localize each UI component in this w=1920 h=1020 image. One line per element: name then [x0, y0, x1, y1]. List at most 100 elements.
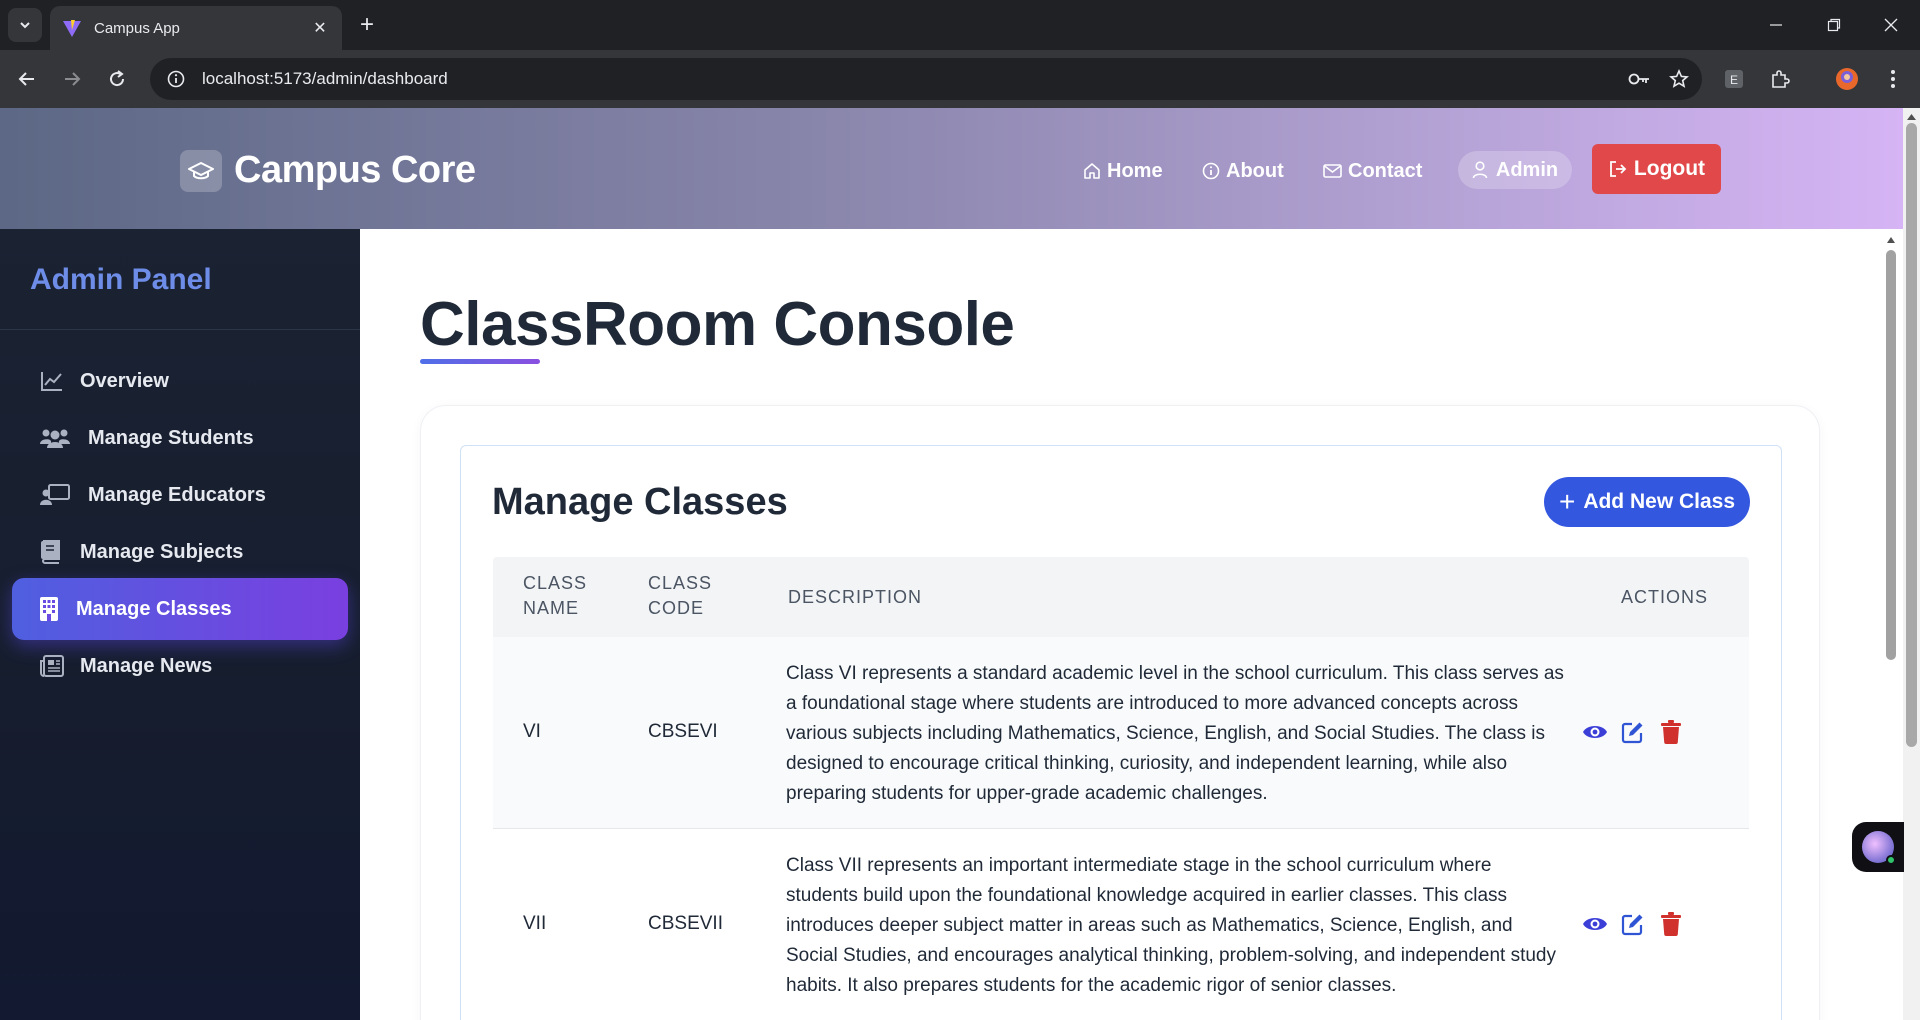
vite-logo-icon	[63, 20, 81, 37]
sidebar-item-subjects[interactable]: Manage Subjects	[12, 521, 348, 583]
cell-class-name: VI	[523, 721, 541, 742]
minimize-button[interactable]	[1747, 0, 1805, 50]
close-icon	[1884, 18, 1898, 32]
user-icon	[1472, 161, 1488, 179]
site-info-icon[interactable]	[164, 67, 188, 91]
sidebar-item-news[interactable]: Manage News	[12, 635, 348, 697]
extension-e-icon[interactable]: E	[1717, 62, 1751, 96]
password-key-icon[interactable]	[1622, 62, 1656, 96]
nav-home-link[interactable]: Home	[1083, 151, 1163, 191]
title-underline	[420, 359, 540, 364]
column-header-line: CLASS	[648, 573, 713, 593]
sidebar-item-label: Manage Subjects	[80, 540, 244, 563]
admin-sidebar: Admin Panel Overview Manage Students Man…	[0, 229, 360, 1020]
url-text[interactable]: localhost:5173/admin/dashboard	[202, 69, 1622, 89]
browser-tab[interactable]: Campus App ✕	[50, 6, 342, 50]
add-new-class-button[interactable]: + Add New Class	[1544, 477, 1750, 527]
logout-icon	[1610, 161, 1627, 177]
scroll-up-arrow-icon[interactable]	[1903, 110, 1920, 124]
section-title: Manage Classes	[492, 481, 788, 523]
sidebar-item-classes[interactable]: Manage Classes	[12, 578, 348, 640]
sidebar-item-educators[interactable]: Manage Educators	[12, 464, 348, 526]
graduation-cap-icon	[180, 149, 222, 192]
view-icon[interactable]	[1580, 909, 1610, 939]
mail-icon	[1323, 164, 1342, 178]
tab-search-button[interactable]	[8, 8, 42, 42]
nav-home-label: Home	[1107, 159, 1163, 182]
restore-icon	[1827, 18, 1841, 32]
assistant-avatar	[1862, 831, 1896, 865]
row-actions	[1580, 717, 1694, 747]
table-row: VI CBSEVI Class VI represents a standard…	[493, 637, 1749, 829]
browser-tab-bar: Campus App ✕ +	[0, 0, 1920, 50]
brand[interactable]: Campus Core	[180, 149, 476, 192]
arrow-right-icon	[65, 72, 81, 86]
restore-button[interactable]	[1805, 0, 1863, 50]
view-icon[interactable]	[1580, 717, 1610, 747]
browser-menu-icon[interactable]	[1876, 62, 1910, 96]
content-scroll-up-arrow-icon[interactable]	[1884, 234, 1898, 246]
row-actions	[1580, 909, 1694, 939]
arrow-left-icon	[18, 72, 34, 86]
table-row: VII CBSEVII Class VII represents an impo…	[493, 829, 1749, 1020]
address-bar[interactable]: localhost:5173/admin/dashboard	[150, 58, 1702, 100]
minimize-icon	[1770, 24, 1782, 26]
info-icon	[1202, 162, 1220, 180]
plus-icon: +	[1558, 486, 1576, 517]
online-status-dot	[1886, 855, 1896, 865]
brand-name: Campus Core	[234, 149, 476, 191]
tab-close-icon[interactable]: ✕	[310, 18, 330, 38]
nav-contact-label: Contact	[1348, 159, 1423, 182]
forward-button[interactable]	[55, 62, 89, 96]
site-header: Campus Core Home About Contact Admin Log…	[0, 108, 1903, 229]
cell-description: Class VI represents a standard academic …	[786, 663, 1564, 804]
sidebar-item-label: Overview	[80, 369, 169, 392]
cell-description: Class VII represents an important interm…	[786, 855, 1556, 996]
page-title: ClassRoom Console	[420, 290, 1015, 359]
logout-button[interactable]: Logout	[1592, 144, 1721, 194]
extensions-puzzle-icon[interactable]	[1763, 62, 1797, 96]
nav-about-link[interactable]: About	[1202, 151, 1284, 191]
column-header-line: CODE	[648, 598, 705, 618]
add-new-class-label: Add New Class	[1583, 490, 1736, 513]
column-header-actions: ACTIONS	[1621, 587, 1709, 607]
cell-class-name: VII	[523, 913, 547, 934]
column-header-class-code[interactable]: CLASS CODE	[648, 571, 712, 621]
reload-icon	[110, 70, 125, 87]
page-scrollbar-thumb[interactable]	[1906, 123, 1917, 747]
sidebar-item-label: Manage Educators	[88, 483, 266, 506]
chevron-down-icon	[20, 22, 30, 29]
admin-profile-button[interactable]: Admin	[1458, 151, 1572, 189]
cell-class-code: CBSEVII	[648, 913, 723, 934]
column-header-class-name[interactable]: CLASS NAME	[523, 571, 587, 621]
bookmark-star-icon[interactable]	[1662, 62, 1696, 96]
browser-toolbar: localhost:5173/admin/dashboard E	[0, 50, 1920, 108]
column-header-description[interactable]: DESCRIPTION	[788, 585, 922, 610]
delete-icon[interactable]	[1656, 717, 1686, 747]
chat-assistant-widget[interactable]	[1852, 822, 1904, 872]
sidebar-item-students[interactable]: Manage Students	[12, 407, 348, 469]
sidebar-item-label: Manage Classes	[76, 597, 232, 620]
edit-icon[interactable]	[1618, 717, 1648, 747]
back-button[interactable]	[10, 62, 44, 96]
new-tab-button[interactable]: +	[352, 10, 382, 40]
nav-contact-link[interactable]: Contact	[1323, 151, 1422, 191]
table-header: CLASS NAME CLASS CODE DESCRIPTION ACTION…	[493, 557, 1749, 637]
sidebar-divider	[0, 329, 360, 330]
nav-about-label: About	[1226, 159, 1284, 182]
close-window-button[interactable]	[1862, 0, 1920, 50]
logout-label: Logout	[1633, 157, 1706, 180]
sidebar-item-overview[interactable]: Overview	[12, 350, 348, 412]
reload-button[interactable]	[100, 62, 134, 96]
column-header-line: CLASS	[523, 573, 588, 593]
svg-text:E: E	[1730, 73, 1738, 87]
delete-icon[interactable]	[1656, 909, 1686, 939]
column-header-line: NAME	[523, 598, 580, 618]
profile-avatar-icon[interactable]	[1830, 62, 1864, 96]
newspaper-icon	[40, 655, 68, 677]
admin-label: Admin	[1495, 158, 1559, 181]
main-content: ClassRoom Console Manage Classes + Add N…	[360, 229, 1903, 1020]
edit-icon[interactable]	[1618, 909, 1648, 939]
users-icon	[40, 427, 74, 449]
content-scrollbar-thumb[interactable]	[1886, 250, 1896, 660]
